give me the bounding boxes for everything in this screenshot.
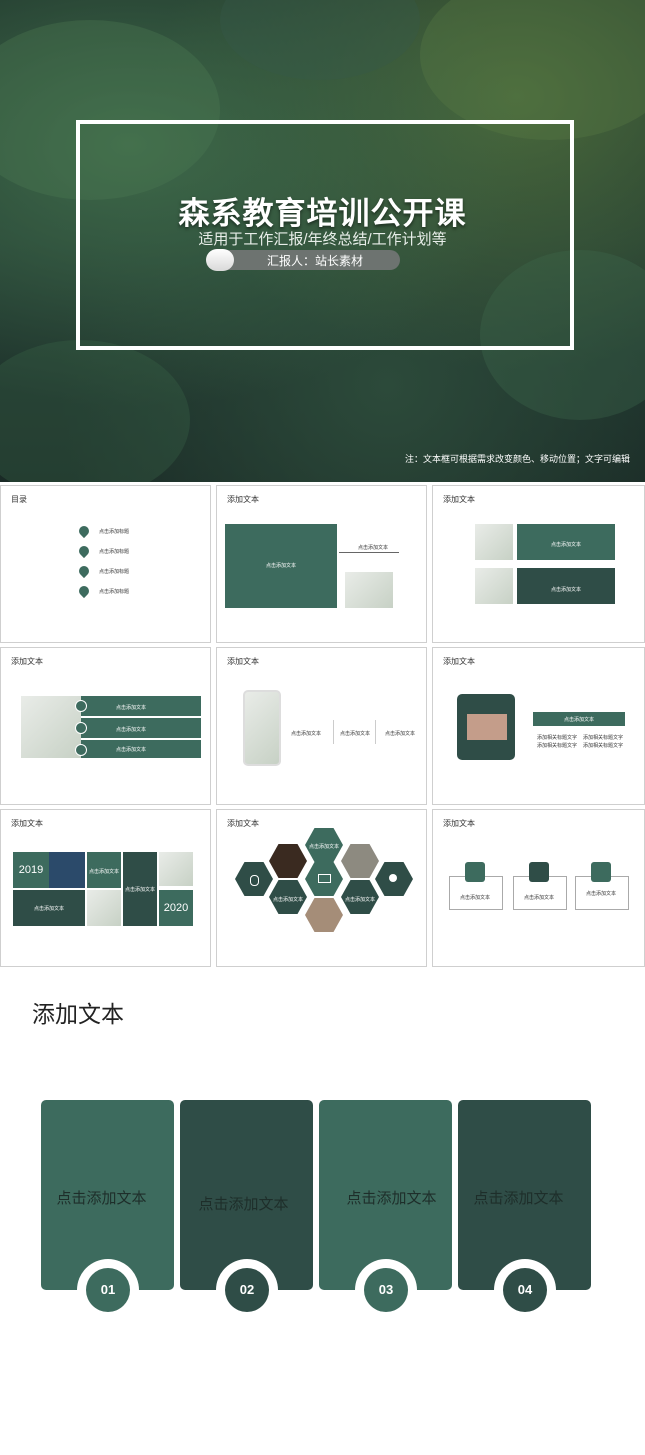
- notebook-photo: [467, 714, 507, 740]
- hex-text: 点击添加文本: [308, 844, 339, 850]
- panel-text: 点击添加文本: [265, 563, 296, 569]
- camera-icon: [465, 862, 485, 882]
- hexagon-photo: [305, 898, 343, 932]
- header-text: 点击添加文本: [563, 717, 594, 723]
- box-text: 点击添加文本: [459, 895, 490, 901]
- hero-banner: 森系教育培训公开课 适用于工作汇报/年终总结/工作计划等 汇报人：站长素材 注：…: [0, 0, 645, 482]
- foliage-shape: [220, 0, 420, 80]
- step-number-badge: 01: [80, 1262, 136, 1318]
- hex-text: 点击添加文本: [344, 897, 375, 903]
- card-text: 点击添加文本: [56, 1190, 147, 1207]
- step-number: 04: [503, 1268, 547, 1312]
- slide-thumbnail[interactable]: 添加文本 点击添加文本 点击添加文本 点击添加文本: [216, 809, 427, 967]
- block-text: 点击添加文本: [124, 887, 155, 893]
- card-text: 点击添加文本: [473, 1190, 564, 1207]
- column-text: 点击添加文本: [290, 731, 321, 737]
- slide-thumbnail[interactable]: 添加文本 点击添加文本 点击添加文本: [216, 485, 427, 643]
- card-text: 点击添加文本: [198, 1196, 289, 1213]
- hex-text: 点击添加文本: [272, 897, 303, 903]
- contents-item: 点击添加标题: [99, 569, 130, 575]
- photo-placeholder: [87, 890, 121, 926]
- circle-icon: [75, 722, 87, 734]
- reporter-label: 汇报人：站长素材: [266, 254, 363, 268]
- block-text: 点击添加文本: [88, 869, 119, 875]
- contents-item: 点击添加标题: [99, 549, 130, 555]
- hexagon-photo: [269, 844, 307, 878]
- slide-thumbnail-contents[interactable]: 目录 点击添加标题 点击添加标题 点击添加标题 点击添加标题: [0, 485, 211, 643]
- pin-icon: [76, 543, 92, 559]
- circle-icon: [75, 700, 87, 712]
- slide-title: 添加文本: [443, 819, 475, 828]
- step-number: 02: [225, 1268, 269, 1312]
- step-number-badge: 02: [219, 1262, 275, 1318]
- photo-placeholder: [159, 852, 193, 886]
- panel-text: 点击添加文本: [550, 542, 581, 548]
- photo-placeholder: [21, 696, 81, 758]
- slide-thumbnail[interactable]: 添加文本 点击添加文本 点击添加文本: [432, 485, 645, 643]
- divider: [339, 552, 399, 553]
- step-number-badge: 04: [497, 1262, 553, 1318]
- bullet-text: 添加相关标题文字: [583, 735, 624, 741]
- slide-thumbnail[interactable]: 添加文本 点击添加文本 点击添加文本 点击添加文本: [216, 647, 427, 805]
- slide-thumbnail[interactable]: 添加文本 点击添加文本 点击添加文本 点击添加文本: [432, 809, 645, 967]
- block-text: 点击添加文本: [33, 906, 64, 912]
- user-icon: [389, 874, 397, 882]
- column-text: 点击添加文本: [384, 731, 415, 737]
- side-text: 点击添加文本: [357, 545, 388, 551]
- slide-thumbnail[interactable]: 添加文本 2019 点击添加文本 点击添加文本 点击添加文本 2020: [0, 809, 211, 967]
- box-text: 点击添加文本: [523, 895, 554, 901]
- row-text: 点击添加文本: [115, 747, 146, 753]
- photo-placeholder: [475, 568, 513, 604]
- panel-text: 点击添加文本: [550, 587, 581, 593]
- divider: [375, 720, 376, 744]
- reporter-toggle-knob: [206, 249, 234, 271]
- slide-title: 添加文本: [443, 495, 475, 504]
- pin-icon: [76, 583, 92, 599]
- slide-thumbnail[interactable]: 添加文本 点击添加文本 点击添加文本 点击添加文本: [0, 647, 211, 805]
- row-text: 点击添加文本: [115, 727, 146, 733]
- hero-subtitle: 适用于工作汇报/年终总结/工作计划等: [198, 231, 447, 248]
- pin-icon: [76, 523, 92, 539]
- foliage-shape: [420, 0, 645, 140]
- phone-mockup: [243, 690, 281, 766]
- laptop-icon: [318, 874, 331, 883]
- box-text: 点击添加文本: [585, 891, 616, 897]
- bullet-text: 添加相关标题文字: [583, 743, 624, 749]
- photo-placeholder: [345, 572, 393, 608]
- slide-title: 添加文本: [11, 819, 43, 828]
- hero-title: 森系教育培训公开课: [178, 196, 467, 231]
- bullet-text: 添加相关标题文字: [537, 735, 578, 741]
- section-title: 添加文本: [32, 1001, 124, 1027]
- foliage-shape: [0, 340, 190, 482]
- year-label: 2020: [163, 902, 189, 914]
- year-label: 2019: [18, 864, 44, 876]
- slide-title: 添加文本: [227, 819, 259, 828]
- contents-item: 点击添加标题: [99, 529, 130, 535]
- slide-title: 添加文本: [227, 495, 259, 504]
- box-icon: [529, 862, 549, 882]
- row-text: 点击添加文本: [115, 705, 146, 711]
- mouse-icon: [250, 875, 259, 886]
- step-number: 03: [364, 1268, 408, 1312]
- photo-placeholder: [49, 852, 85, 888]
- slide-title: 添加文本: [443, 657, 475, 666]
- photo-placeholder: [475, 524, 513, 560]
- slide-title: 目录: [11, 495, 27, 504]
- step-number-badge: 03: [358, 1262, 414, 1318]
- circle-icon: [75, 744, 87, 756]
- column-text: 点击添加文本: [339, 731, 370, 737]
- slide-title: 添加文本: [11, 657, 43, 666]
- bullet-text: 添加相关标题文字: [537, 743, 578, 749]
- step-number: 01: [86, 1268, 130, 1312]
- card-text: 点击添加文本: [346, 1190, 437, 1207]
- pie-chart-icon: [591, 862, 611, 882]
- pin-icon: [76, 563, 92, 579]
- slide-title: 添加文本: [227, 657, 259, 666]
- divider: [333, 720, 334, 744]
- hero-note: 注：文本框可根据需求改变颜色、移动位置；文字可编辑: [404, 454, 630, 464]
- slide-thumbnail[interactable]: 添加文本 点击添加文本 添加相关标题文字 添加相关标题文字 添加相关标题文字 添…: [432, 647, 645, 805]
- hexagon-photo: [341, 844, 379, 878]
- contents-item: 点击添加标题: [99, 589, 130, 595]
